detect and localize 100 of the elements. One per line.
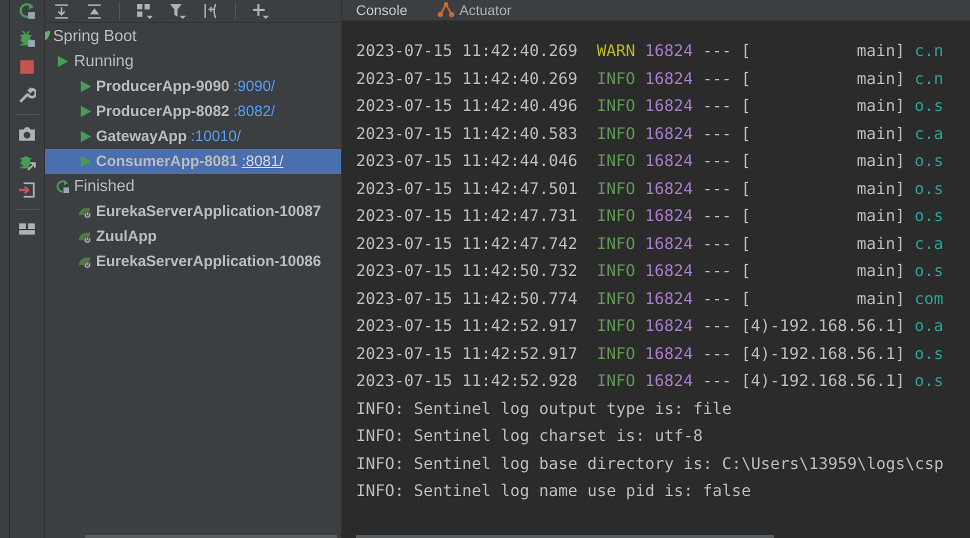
tree-group[interactable]: Running [45, 49, 341, 74]
log-thread: [ main] [741, 206, 905, 226]
port-link[interactable]: :8082/ [233, 103, 276, 120]
log-logger: o.s [914, 261, 944, 280]
log-logger: o.s [914, 178, 944, 198]
log-thread: [ main] [741, 68, 905, 88]
log-separator: --- [702, 178, 732, 198]
log-message: INFO: Sentinel log output type is: file [356, 398, 732, 418]
service-item[interactable]: ProducerApp-9090 :9090/ [45, 74, 341, 99]
port-link[interactable]: :10010/ [190, 128, 241, 145]
log-separator: --- [702, 151, 732, 170]
log-level: INFO [596, 261, 636, 280]
log-thread: [ main] [741, 234, 905, 253]
log-thread: [ main] [741, 124, 905, 143]
log-logger: o.a [914, 316, 944, 336]
log-level: INFO [596, 124, 636, 143]
log-timestamp: 2023-07-15 11:42:50.774 [356, 288, 578, 308]
log-level: WARN [596, 41, 636, 60]
log-pid: 16824 [644, 178, 694, 198]
log-timestamp: 2023-07-15 11:42:47.501 [356, 178, 578, 198]
log-pid: 16824 [644, 234, 694, 253]
tree-group[interactable]: Finished [45, 174, 341, 199]
log-message: INFO: Sentinel log name use pid is: false [356, 481, 751, 500]
filter-icon[interactable] [169, 2, 186, 20]
log-separator: --- [702, 261, 732, 280]
log-timestamp: 2023-07-15 11:42:44.046 [356, 151, 578, 170]
log-timestamp: 2023-07-15 11:42:40.269 [356, 68, 578, 88]
log-level: INFO [596, 178, 636, 198]
log-level: INFO [596, 151, 636, 170]
bracket-plus-icon[interactable] [202, 2, 219, 20]
log-timestamp: 2023-07-15 11:42:40.269 [356, 41, 578, 60]
log-separator: --- [702, 124, 732, 143]
log-separator: --- [702, 371, 732, 390]
camera-icon[interactable] [18, 125, 36, 143]
log-level: INFO [596, 371, 636, 390]
scrollbar[interactable] [356, 535, 774, 538]
log-pid: 16824 [644, 206, 694, 226]
log-timestamp: 2023-07-15 11:42:52.917 [356, 316, 578, 336]
console-tab[interactable]: Console [356, 0, 408, 20]
add-icon[interactable] [252, 2, 269, 20]
collapse-all-icon[interactable] [86, 2, 103, 20]
stop-icon[interactable] [18, 58, 36, 76]
service-item[interactable]: ConsumerApp-8081 :8081/ [45, 149, 341, 174]
play-icon [78, 104, 93, 119]
log-thread: [ main] [741, 96, 905, 116]
group-icon[interactable] [136, 2, 153, 20]
log-timestamp: 2023-07-15 11:42:47.742 [356, 234, 578, 253]
log-level: INFO [596, 344, 636, 363]
log-level: INFO [596, 96, 636, 116]
log-thread: [4)-192.168.56.1] [741, 316, 905, 336]
log-thread: [ main] [741, 288, 905, 308]
port-link[interactable]: :8081/ [242, 153, 284, 170]
nodes-icon [437, 1, 456, 19]
console-tab[interactable]: Actuator [437, 0, 512, 20]
log-pid: 16824 [644, 261, 694, 280]
log-separator: --- [702, 96, 732, 116]
log-timestamp: 2023-07-15 11:42:40.496 [356, 96, 578, 116]
log-separator: --- [702, 344, 732, 363]
port-link[interactable]: :9090/ [233, 78, 276, 95]
expand-all-icon[interactable] [53, 2, 70, 20]
log-logger: o.s [914, 371, 944, 390]
log-logger: o.s [914, 151, 944, 170]
log-timestamp: 2023-07-15 11:42:47.731 [356, 206, 578, 226]
log-separator: --- [702, 41, 732, 60]
log-logger: com [914, 288, 944, 308]
service-item[interactable]: EurekaServerApplication-10086 [45, 249, 341, 274]
log-pid: 16824 [644, 96, 694, 116]
log-logger: o.s [914, 344, 944, 363]
wrench-icon[interactable] [18, 86, 36, 104]
log-level: INFO [596, 68, 636, 88]
log-message: INFO: Sentinel log base directory is: C:\Users\13959\logs\csp [356, 454, 944, 473]
log-logger: o.s [914, 96, 944, 116]
log-logger: c.a [914, 124, 944, 143]
log-pid: 16824 [644, 371, 694, 390]
log-level: INFO [596, 288, 636, 308]
service-item[interactable]: EurekaServerApplication-10087 [45, 199, 341, 224]
exit-icon[interactable] [18, 181, 36, 199]
log-message: INFO: Sentinel log charset is: utf-8 [356, 426, 703, 446]
log-thread: [4)-192.168.56.1] [741, 371, 905, 390]
service-item[interactable]: ZuulApp [45, 224, 341, 249]
service-item[interactable]: GatewayApp :10010/ [45, 124, 341, 149]
log-separator: --- [702, 206, 732, 226]
play-icon [55, 54, 70, 69]
log-level: INFO [596, 234, 636, 253]
bug-icon[interactable] [18, 30, 36, 48]
log-thread: [ main] [741, 151, 905, 170]
log-pid: 16824 [644, 41, 694, 60]
log-timestamp: 2023-07-15 11:42:52.928 [356, 371, 578, 390]
log-pid: 16824 [644, 68, 694, 88]
tree-group[interactable]: Spring Boot [45, 24, 341, 49]
log-logger: c.n [914, 41, 944, 60]
log-timestamp: 2023-07-15 11:42:40.583 [356, 124, 578, 143]
log-thread: [ main] [741, 178, 905, 198]
log-pid: 16824 [644, 124, 694, 143]
log-separator: --- [702, 68, 732, 88]
service-item[interactable]: ProducerApp-8082 :8082/ [45, 99, 341, 124]
rerun-icon[interactable] [18, 2, 36, 20]
log-pid: 16824 [644, 288, 694, 308]
log-level: INFO [596, 316, 636, 336]
play-icon [78, 154, 93, 169]
